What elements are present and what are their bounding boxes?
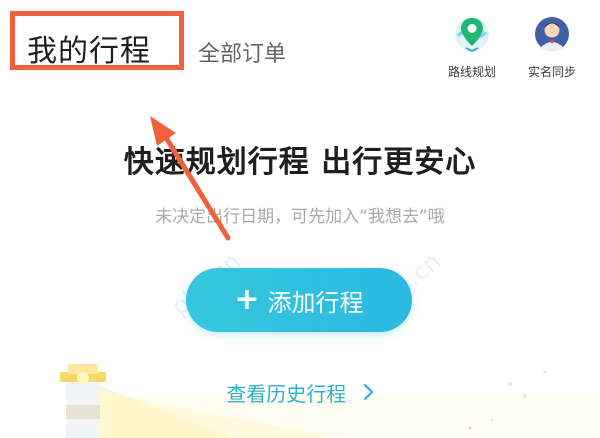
route-planning-button[interactable]: 路线规划 [437,14,507,80]
chevron-right-icon [363,382,374,406]
hero-headline: 快速规划行程 出行更安心 [123,145,477,180]
map-pin-icon [455,17,489,53]
tab-all-orders[interactable]: 全部订单 [198,36,286,68]
add-trip-label: 添加行程 [267,288,364,317]
real-name-sync-label: 实名同步 [527,65,576,79]
view-history-link[interactable]: 查看历史行程 [0,378,600,407]
hero-subline: 未决定出行日期，可先加入“我想去”哦 [155,207,445,227]
add-trip-button[interactable]: + 添加行程 [186,268,412,332]
user-avatar-icon [535,17,569,51]
view-history-label: 查看历史行程 [226,382,347,406]
real-name-sync-button[interactable]: 实名同步 [517,14,587,80]
route-planning-label: 路线规划 [447,65,496,79]
trips-screen: php.cn php.cn 我的行程 全部订单 路线规划 实名同步 快速规划行程… [0,0,600,438]
plus-icon: + [234,282,260,317]
tab-my-trips[interactable]: 我的行程 [27,26,151,70]
